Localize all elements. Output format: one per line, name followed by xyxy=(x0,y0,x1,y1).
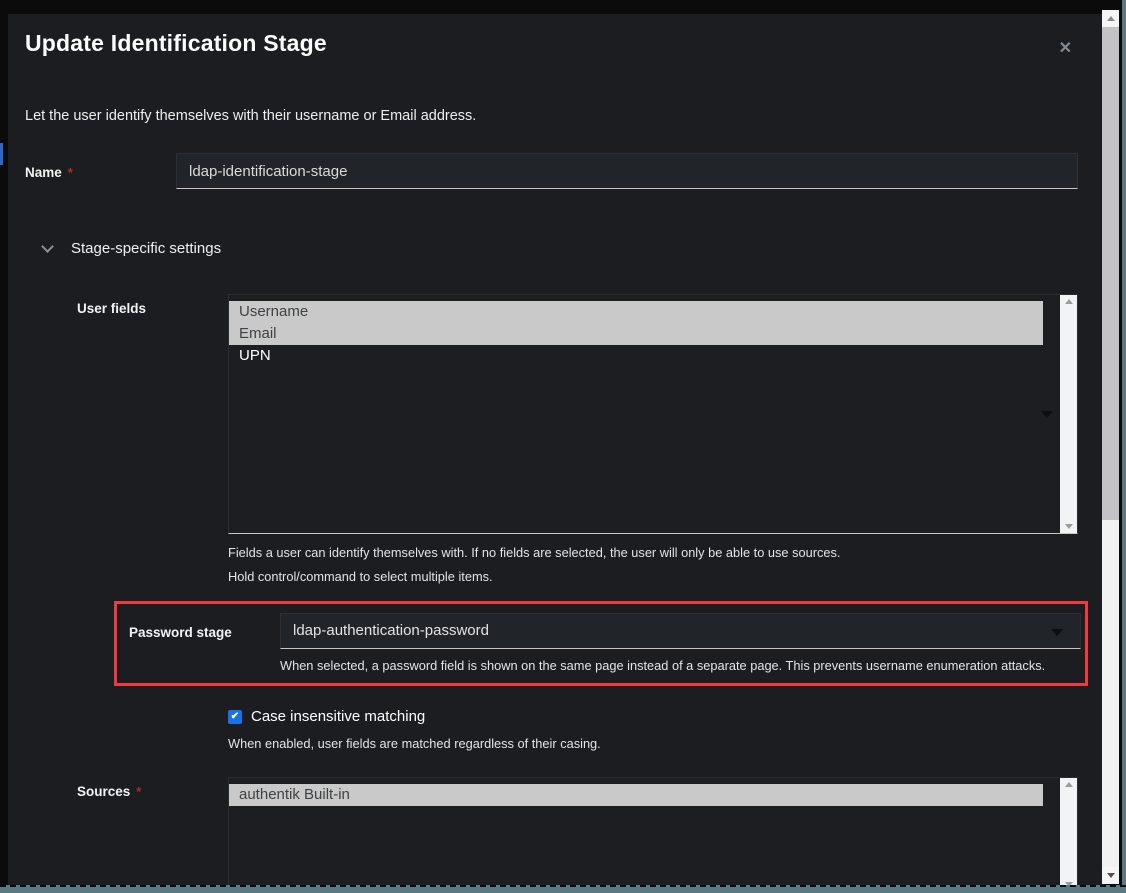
user-fields-help-2: Hold control/command to select multiple … xyxy=(228,569,1078,584)
dropdown-caret-icon xyxy=(1041,411,1053,418)
sources-required-marker: * xyxy=(136,784,141,799)
password-stage-label-cell: Password stage xyxy=(129,613,280,673)
backdrop-accent xyxy=(0,143,3,165)
name-input[interactable] xyxy=(176,153,1078,189)
screenshot-bottom-border xyxy=(0,885,1126,893)
section-title: Stage-specific settings xyxy=(71,240,221,257)
scroll-up-icon[interactable] xyxy=(1065,782,1073,787)
name-required-marker: * xyxy=(68,165,73,180)
update-identification-stage-modal: Update Identification Stage ✕ Let the us… xyxy=(8,14,1105,885)
sources-scrollbar[interactable] xyxy=(1060,778,1077,891)
name-field-row: Name * xyxy=(25,153,1078,189)
user-fields-options: Username Email UPN xyxy=(229,295,1077,367)
password-stage-field-cell: ldap-authentication-password When select… xyxy=(280,613,1081,673)
scroll-down-icon[interactable] xyxy=(1065,524,1073,529)
scroll-up-icon xyxy=(1107,16,1115,21)
dropdown-caret-icon xyxy=(1051,629,1063,636)
listbox-option-upn[interactable]: UPN xyxy=(229,345,1043,367)
scrollbar-thumb[interactable] xyxy=(1102,27,1119,520)
password-stage-select[interactable]: ldap-authentication-password xyxy=(280,613,1081,649)
page-scrollbar[interactable] xyxy=(1102,10,1119,884)
sources-label-cell: Sources * xyxy=(77,777,228,891)
chevron-down-icon xyxy=(41,240,54,253)
modal-content: Update Identification Stage ✕ Let the us… xyxy=(8,14,1105,891)
sources-field-cell: authentik Built-in xyxy=(228,777,1078,891)
modal-header: Update Identification Stage ✕ xyxy=(25,30,1078,58)
user-fields-scrollbar[interactable] xyxy=(1060,295,1077,533)
screenshot-root: Update Identification Stage ✕ Let the us… xyxy=(0,0,1126,893)
password-stage-selected-value: ldap-authentication-password xyxy=(293,622,489,639)
case-insensitive-help: When enabled, user fields are matched re… xyxy=(228,736,1078,751)
case-insensitive-row: ✔ Case insensitive matching When enabled… xyxy=(228,708,1078,751)
scroll-down-icon xyxy=(1107,873,1115,878)
sources-label: Sources xyxy=(77,784,130,799)
password-stage-help: When selected, a password field is shown… xyxy=(280,658,1081,673)
checkbox-checked-icon[interactable]: ✔ xyxy=(228,710,242,724)
name-label: Name xyxy=(25,165,62,180)
password-stage-row: Password stage ldap-authentication-passw… xyxy=(129,613,1081,673)
sources-options: authentik Built-in xyxy=(229,778,1077,806)
user-fields-listbox[interactable]: Username Email UPN xyxy=(228,294,1078,534)
red-annotation-box: Password stage ldap-authentication-passw… xyxy=(114,601,1088,686)
stage-specific-settings-section: User fields Username Email UPN xyxy=(77,294,1078,891)
listbox-option-username[interactable]: Username xyxy=(229,301,1043,323)
listbox-option-email[interactable]: Email xyxy=(229,323,1043,345)
name-label-cell: Name * xyxy=(25,153,176,189)
scroll-up-icon[interactable] xyxy=(1065,299,1073,304)
screenshot-right-border xyxy=(1122,0,1126,893)
user-fields-label-cell: User fields xyxy=(77,294,228,584)
case-insensitive-checkbox-line[interactable]: ✔ Case insensitive matching xyxy=(228,708,1078,725)
user-fields-label: User fields xyxy=(77,301,146,316)
password-stage-label: Password stage xyxy=(129,625,232,640)
modal-title: Update Identification Stage xyxy=(25,30,327,57)
name-input-cell xyxy=(176,153,1078,189)
scrollbar-down-button[interactable] xyxy=(1102,867,1119,883)
case-insensitive-label[interactable]: Case insensitive matching xyxy=(251,708,425,725)
user-fields-help-1: Fields a user can identify themselves wi… xyxy=(228,545,1078,560)
close-icon[interactable]: ✕ xyxy=(1059,38,1072,58)
user-fields-row: User fields Username Email UPN xyxy=(77,294,1078,584)
sources-row: Sources * authentik Built-in xyxy=(77,777,1078,891)
scrollbar-up-button[interactable] xyxy=(1102,10,1119,26)
modal-description: Let the user identify themselves with th… xyxy=(25,108,1078,124)
stage-specific-settings-toggle[interactable]: Stage-specific settings xyxy=(25,240,1078,257)
user-fields-field-cell: Username Email UPN Fields a user can ide… xyxy=(228,294,1078,584)
listbox-option-authentik-built-in[interactable]: authentik Built-in xyxy=(229,784,1043,806)
sources-listbox[interactable]: authentik Built-in xyxy=(228,777,1078,891)
